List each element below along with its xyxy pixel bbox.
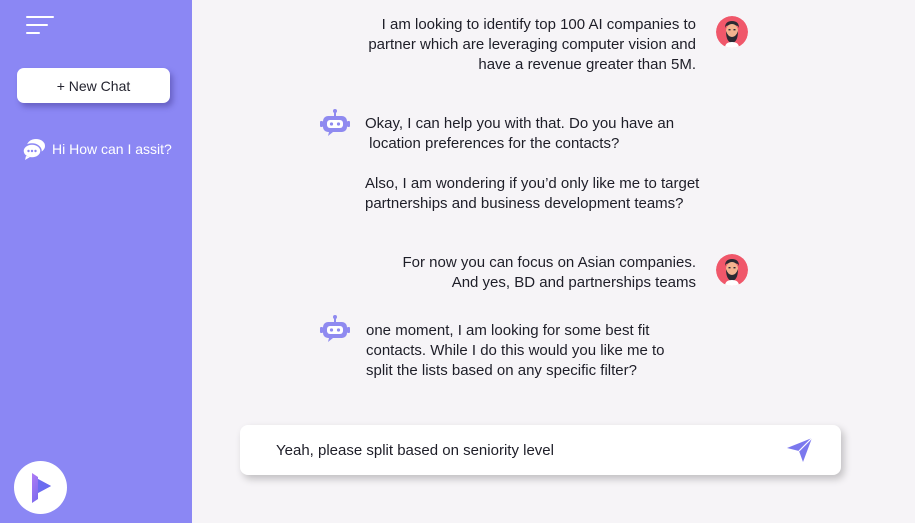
new-chat-label: + New Chat [56, 77, 131, 94]
brand-play-logo-icon[interactable] [14, 461, 67, 514]
new-chat-button[interactable]: + New Chat [17, 68, 170, 103]
sidebar: + New Chat Hi How can I assit? [0, 0, 192, 523]
bot-avatar-icon [319, 108, 351, 140]
assistant-message: one moment, I am looking for some best f… [366, 322, 665, 379]
user-avatar [716, 16, 748, 48]
bot-avatar-icon [319, 314, 351, 346]
user-avatar [716, 254, 748, 286]
user-message: I am looking to identify top 100 AI comp… [368, 16, 696, 73]
chat-history-label: Hi How can I assit? [52, 141, 172, 157]
send-paper-plane-icon[interactable] [785, 436, 815, 464]
chat-history-item[interactable]: Hi How can I assit? [22, 138, 172, 160]
hamburger-menu-icon[interactable] [26, 14, 56, 38]
message-input[interactable] [276, 425, 776, 475]
chat-bubbles-icon [22, 138, 46, 160]
assistant-message: Okay, I can help you with that. Do you h… [365, 115, 700, 212]
user-message: For now you can focus on Asian companies… [402, 254, 697, 291]
message-composer [240, 425, 841, 475]
